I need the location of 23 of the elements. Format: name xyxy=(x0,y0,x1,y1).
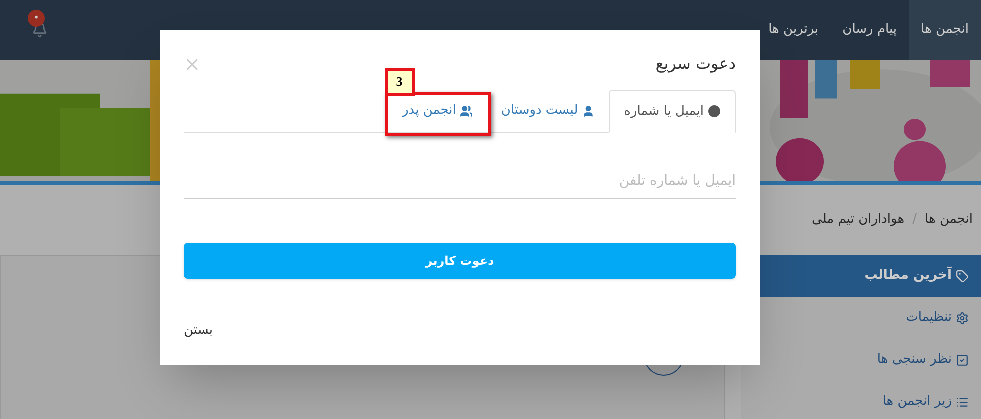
current-page-label: هواداران تیم ملی xyxy=(812,211,905,230)
list-icon xyxy=(956,396,969,408)
submit-button[interactable]: دعوت کاربر xyxy=(184,243,736,279)
sidebar-item[interactable]: زیر انجمن ها xyxy=(741,381,981,419)
notification-badge: • xyxy=(28,10,45,27)
checkbox-icon xyxy=(956,354,969,366)
gear-icon xyxy=(956,312,969,324)
tab[interactable]: ایمیل یا شماره xyxy=(609,90,736,133)
sidebar-item[interactable]: نظر سنجی ها xyxy=(741,339,981,381)
breadcrumb-link[interactable]: انجمن ها xyxy=(925,210,973,230)
nav-item[interactable]: پیام رسان xyxy=(830,0,910,60)
close-link[interactable]: بستن xyxy=(184,321,214,340)
breadcrumb-separator: / xyxy=(912,211,918,230)
nav-item[interactable]: انجمن ها xyxy=(909,0,981,60)
users-icon xyxy=(460,104,474,118)
dialog-title: دعوت سریع xyxy=(656,53,736,75)
tag-icon xyxy=(956,270,969,282)
nav-item[interactable]: برترین ها xyxy=(756,0,831,60)
tab[interactable]: لیست دوستان xyxy=(487,90,610,132)
bell-icon[interactable] xyxy=(32,22,48,38)
annotation-number: 3 xyxy=(384,68,414,96)
input-field[interactable]: ایمیل یا شماره تلفن xyxy=(184,163,736,199)
user-icon xyxy=(582,104,596,118)
